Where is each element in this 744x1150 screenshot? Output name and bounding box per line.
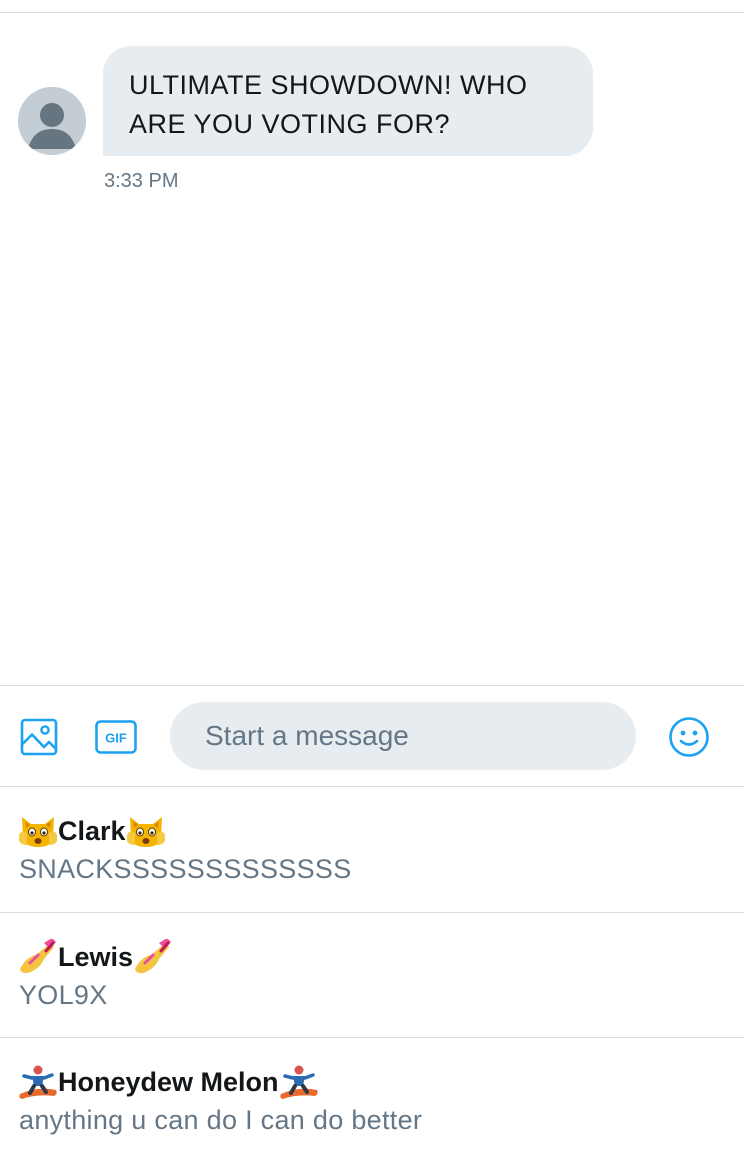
message-text-line-2: ARE YOU VOTING FOR? xyxy=(129,109,451,139)
add-gif-button[interactable]: GIF xyxy=(95,720,137,754)
gif-icon: GIF xyxy=(95,720,137,754)
message-bubble[interactable]: ULTIMATE SHOWDOWN! WHO ARE YOU VOTING FO… xyxy=(103,46,593,156)
message-text-line-1: ULTIMATE SHOWDOWN! WHO xyxy=(129,70,528,100)
snowboarder-icon xyxy=(19,1065,57,1099)
nail-polish-icon xyxy=(20,939,56,974)
default-avatar-icon xyxy=(18,87,86,155)
emoji-button[interactable] xyxy=(668,716,710,758)
message-input[interactable] xyxy=(170,702,636,770)
gif-label: GIF xyxy=(105,731,127,746)
top-divider xyxy=(0,12,744,13)
avatar[interactable] xyxy=(18,87,86,155)
suggestion-name: Honeydew Melon xyxy=(58,1067,279,1097)
suggestion-item-clark[interactable]: Clark SNACKSSSSSSSSSSSSS xyxy=(0,787,744,912)
suggestion-item-honeydew-melon[interactable]: Honeydew Melon anything u can do I can d… xyxy=(0,1038,744,1150)
suggestion-name-line: Honeydew Melon xyxy=(18,1064,319,1100)
suggestion-name-line: Lewis xyxy=(18,939,173,975)
suggestion-name: Clark xyxy=(58,816,126,846)
suggestion-handle: anything u can do I can do better xyxy=(19,1105,423,1135)
suggestion-name: Lewis xyxy=(58,942,134,972)
suggestion-handle: YOL9X xyxy=(19,980,108,1010)
weary-cat-face-icon xyxy=(126,817,165,847)
smiley-icon xyxy=(669,717,709,757)
weary-cat-face-icon xyxy=(19,817,57,847)
suggestion-handle: SNACKSSSSSSSSSSSSS xyxy=(19,854,352,884)
message-timestamp: 3:33 PM xyxy=(104,170,179,192)
add-photo-button[interactable] xyxy=(20,718,60,758)
nail-polish-icon xyxy=(135,939,172,974)
snowboarder-icon xyxy=(279,1065,318,1099)
message-composer: GIF xyxy=(0,686,744,786)
suggestion-name-line: Clark xyxy=(18,813,166,849)
suggestion-item-lewis[interactable]: Lewis YOL9X xyxy=(0,913,744,1038)
image-icon xyxy=(20,718,58,756)
message-row: ULTIMATE SHOWDOWN! WHO ARE YOU VOTING FO… xyxy=(0,46,744,196)
